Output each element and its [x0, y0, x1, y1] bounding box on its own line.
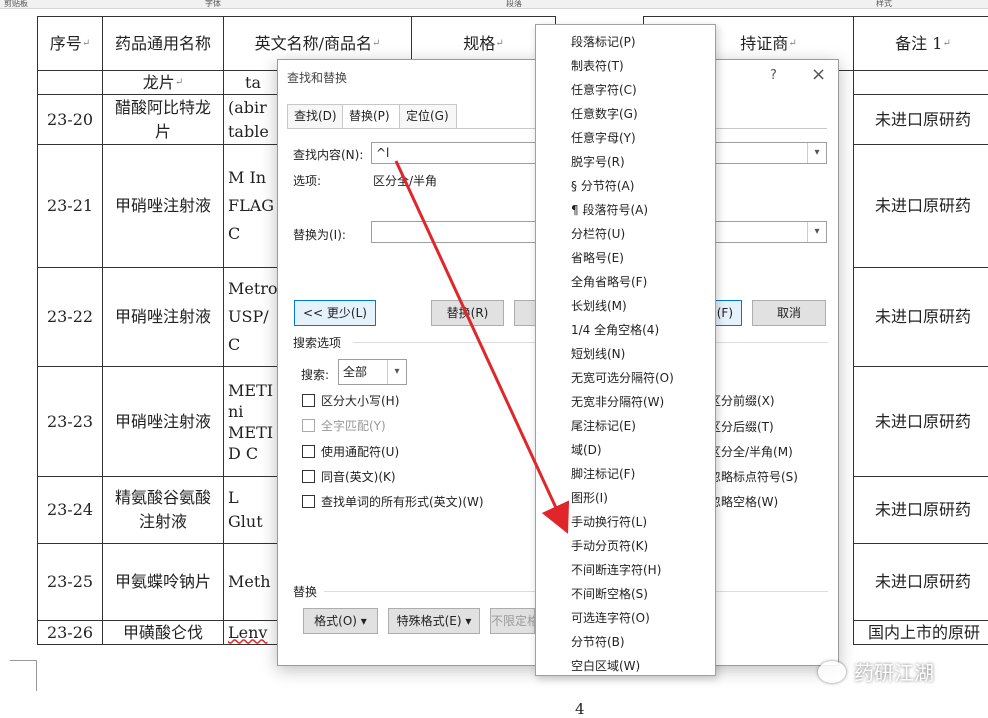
arrow-line [394, 160, 570, 534]
watermark: 药研江湖 [818, 657, 934, 686]
watermark-text: 药研江湖 [854, 661, 934, 685]
annotation-arrow [394, 160, 570, 534]
wechat-icon [818, 660, 846, 683]
